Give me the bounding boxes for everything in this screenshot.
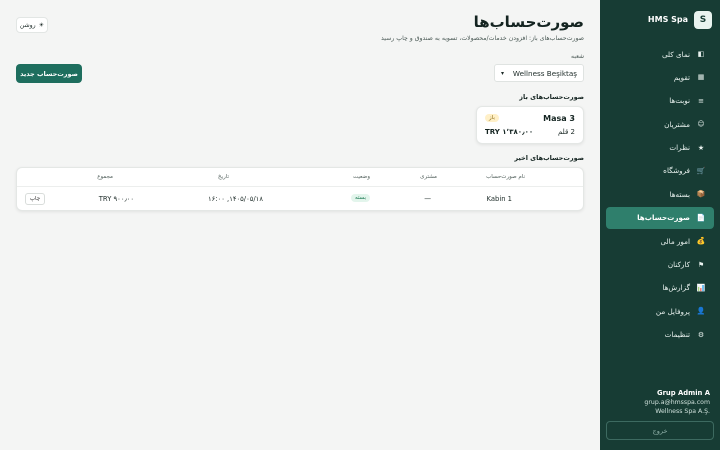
status-badge: باز [485,114,499,122]
nav-icon: ▦ [697,73,705,82]
sidebar: S HMS Spa ◧ نمای کلی ▦ تقویم ≡ نوبت‌ها ☺ مشتریا… [600,0,720,450]
branch-value: Wellness Beşiktaş [512,68,577,78]
nav-icon: ⚑ [697,260,705,269]
user-name: Grup Admin A [656,389,710,397]
nav-icon: 👤 [696,307,706,316]
sidebar-item-label: تقویم [673,72,690,82]
sidebar-item-0[interactable]: ◧ نمای کلی [606,43,714,65]
total-cell: TRY ۹۰۰٫۰۰ [98,195,134,203]
column-header-name: نام صورت‌حساب [486,174,525,180]
nav-icon: ≡ [698,96,704,105]
sidebar-item-label: فروشگاه [663,166,690,176]
page-title: صورت‌حساب‌ها [473,13,584,31]
recent-invoices-title: صورت‌حساب‌های اخیر [514,154,584,162]
sidebar-item-10[interactable]: 📊 گزارش‌ها [606,277,714,299]
sidebar-item-4[interactable]: ★ نظرات [606,137,714,159]
open-invoice-total: TRY ۱٬۳۸۰٫۰۰ [485,128,534,136]
column-header-status: وضعیت [352,174,370,180]
column-header-total: مجموع [97,174,113,180]
sidebar-item-12[interactable]: ⚙ تنظیمات [606,324,714,346]
sidebar-item-label: نظرات [669,143,690,153]
sidebar-nav: ◧ نمای کلی ▦ تقویم ≡ نوبت‌ها ☺ مشتریان ★ نظرات 🛒 فر… [600,43,720,346]
brand[interactable]: S HMS Spa [600,0,720,30]
company-name: Wellness Spa A.Ş. [655,408,710,415]
open-invoice-card[interactable]: Masa 3 باز 2 قلم TRY ۱٬۳۸۰٫۰۰ [476,106,584,144]
date-cell: ۱۴۰۵/۰۵/۱۸, ۱۶:۰۰ [207,195,263,203]
sidebar-item-label: نمای کلی [661,49,690,59]
customer-cell: — [424,195,431,203]
sidebar-item-label: صورت‌حساب‌ها [637,213,690,223]
nav-icon: ★ [697,143,705,152]
sidebar-item-label: کارکنان [667,260,690,270]
sidebar-item-5[interactable]: 🛒 فروشگاه [606,160,714,182]
nav-icon: 📊 [696,283,706,292]
branch-label: شعبه [571,53,584,60]
sidebar-item-label: تنظیمات [664,330,690,340]
sidebar-item-label: نوبت‌ها [669,96,690,106]
invoice-name-cell: Kabin 1 [486,195,513,203]
sidebar-item-label: گزارش‌ها [662,283,690,293]
nav-icon: 📦 [696,190,706,199]
sidebar-item-9[interactable]: ⚑ کارکنان [606,254,714,276]
table-header: نام صورت‌حساب مشتری وضعیت تاریخ مجموع [17,168,583,187]
nav-icon: ⚙ [697,330,705,339]
sidebar-item-label: بسته‌ها [669,189,690,199]
theme-toggle-button[interactable]: ☀ روشن [16,17,48,33]
nav-icon: 💰 [696,237,706,246]
branch-select[interactable]: Wellness Beşiktaş ▾ [494,64,584,82]
sidebar-item-1[interactable]: ▦ تقویم [606,66,714,88]
nav-icon: ☺ [697,120,705,129]
user-info: Grup Admin A grup.a@hmsspa.com Wellness … [610,389,710,415]
open-invoices-title: صورت‌حساب‌های باز [519,93,584,101]
chevron-down-icon: ▾ [501,69,505,77]
open-invoice-items: 2 قلم [557,128,575,136]
nav-icon: 📄 [696,213,706,222]
theme-label: روشن [19,21,36,29]
sidebar-item-2[interactable]: ≡ نوبت‌ها [606,90,714,112]
status-badge: بسته [350,194,370,202]
sidebar-item-11[interactable]: 👤 پروفایل من [606,300,714,322]
recent-invoices-table: نام صورت‌حساب مشتری وضعیت تاریخ مجموع Ka… [16,167,584,211]
brand-name: HMS Spa [647,15,688,24]
page-subtitle: صورت‌حساب‌های باز: افزودن خدمات/محصولات،… [381,35,584,42]
sidebar-item-3[interactable]: ☺ مشتریان [606,113,714,135]
sidebar-item-6[interactable]: 📦 بسته‌ها [606,183,714,205]
print-button[interactable]: چاپ [25,193,45,205]
sidebar-item-7[interactable]: 📄 صورت‌حساب‌ها [606,206,714,229]
nav-icon: ◧ [697,50,705,58]
sun-icon: ☀ [38,21,45,29]
logout-button[interactable]: خروج [606,421,714,440]
column-header-date: تاریخ [218,174,229,180]
new-invoice-button[interactable]: صورت‌حساب جدید [16,64,82,83]
sidebar-item-label: امور مالی [660,236,690,246]
brand-logo: S [694,10,712,29]
user-email: grup.a@hmsspa.com [644,399,710,406]
column-header-customer: مشتری [420,174,437,180]
nav-icon: 🛒 [696,166,706,175]
sidebar-item-label: پروفایل من [655,306,690,316]
main-content: صورت‌حساب‌ها صورت‌حساب‌های باز: افزودن خ… [0,0,600,450]
sidebar-item-8[interactable]: 💰 امور مالی [606,230,714,252]
open-invoice-name: Masa 3 [543,114,575,123]
sidebar-item-label: مشتریان [664,119,690,129]
